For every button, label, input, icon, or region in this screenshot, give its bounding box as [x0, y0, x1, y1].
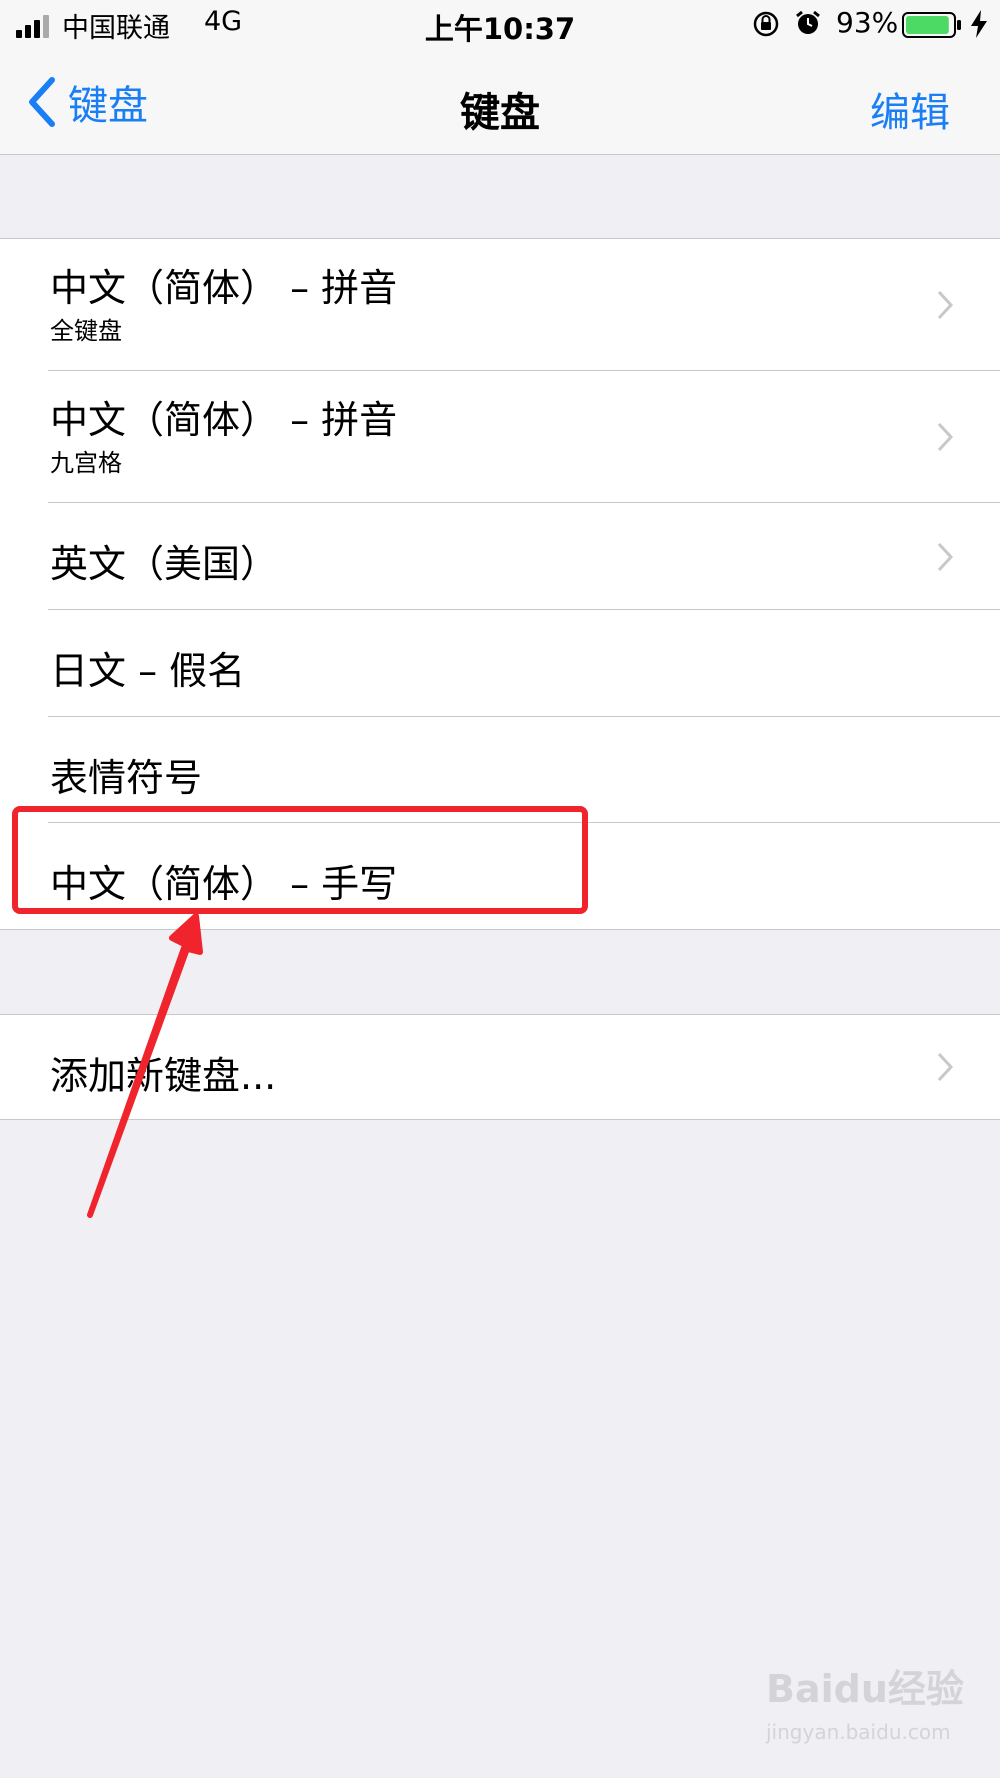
keyboard-item-label: 表情符号 [50, 756, 203, 800]
keyboard-item-sublabel: 九宫格 [50, 449, 122, 477]
chevron-right-icon [937, 542, 954, 572]
battery-icon [902, 12, 961, 38]
orientation-lock-icon [753, 11, 779, 37]
keyboard-item-label: 中文（简体） – 拼音 [50, 398, 398, 442]
add-keyboard-button[interactable]: 添加新键盘... [0, 1015, 1000, 1117]
keyboard-item-label: 英文（美国） [50, 542, 279, 586]
keyboard-item-label: 中文（简体） – 拼音 [50, 266, 398, 310]
chevron-right-icon [937, 422, 954, 452]
keyboard-item-japanese-kana[interactable]: 日文 – 假名 [0, 610, 1000, 717]
keyboard-item-sublabel: 全键盘 [50, 317, 122, 345]
keyboard-item-english-us[interactable]: 英文（美国） [0, 503, 1000, 610]
baidu-watermark-logo: Baidu经验 [766, 1667, 964, 1711]
chevron-right-icon [937, 1052, 954, 1082]
chevron-right-icon [937, 290, 954, 320]
charging-bolt-icon [971, 10, 987, 38]
annotation-highlight-box [12, 806, 588, 914]
status-bar: 中国联通 4G 上午10:37 93% [0, 0, 1000, 50]
navigation-bar: 键盘 键盘 编辑 [0, 50, 1000, 155]
baidu-watermark-url: jingyan.baidu.com [766, 1720, 951, 1744]
page-title: 键盘 [460, 90, 540, 136]
keyboard-item-label: 日文 – 假名 [50, 649, 246, 693]
edit-button[interactable]: 编辑 [870, 80, 950, 138]
add-keyboard-label: 添加新键盘... [50, 1054, 277, 1098]
battery-percent: 93% [836, 6, 899, 39]
keyboard-item-pinyin-full[interactable]: 中文（简体） – 拼音 全键盘 [0, 239, 1000, 371]
keyboard-item-pinyin-9key[interactable]: 中文（简体） – 拼音 九宫格 [0, 371, 1000, 503]
alarm-icon [796, 10, 820, 34]
